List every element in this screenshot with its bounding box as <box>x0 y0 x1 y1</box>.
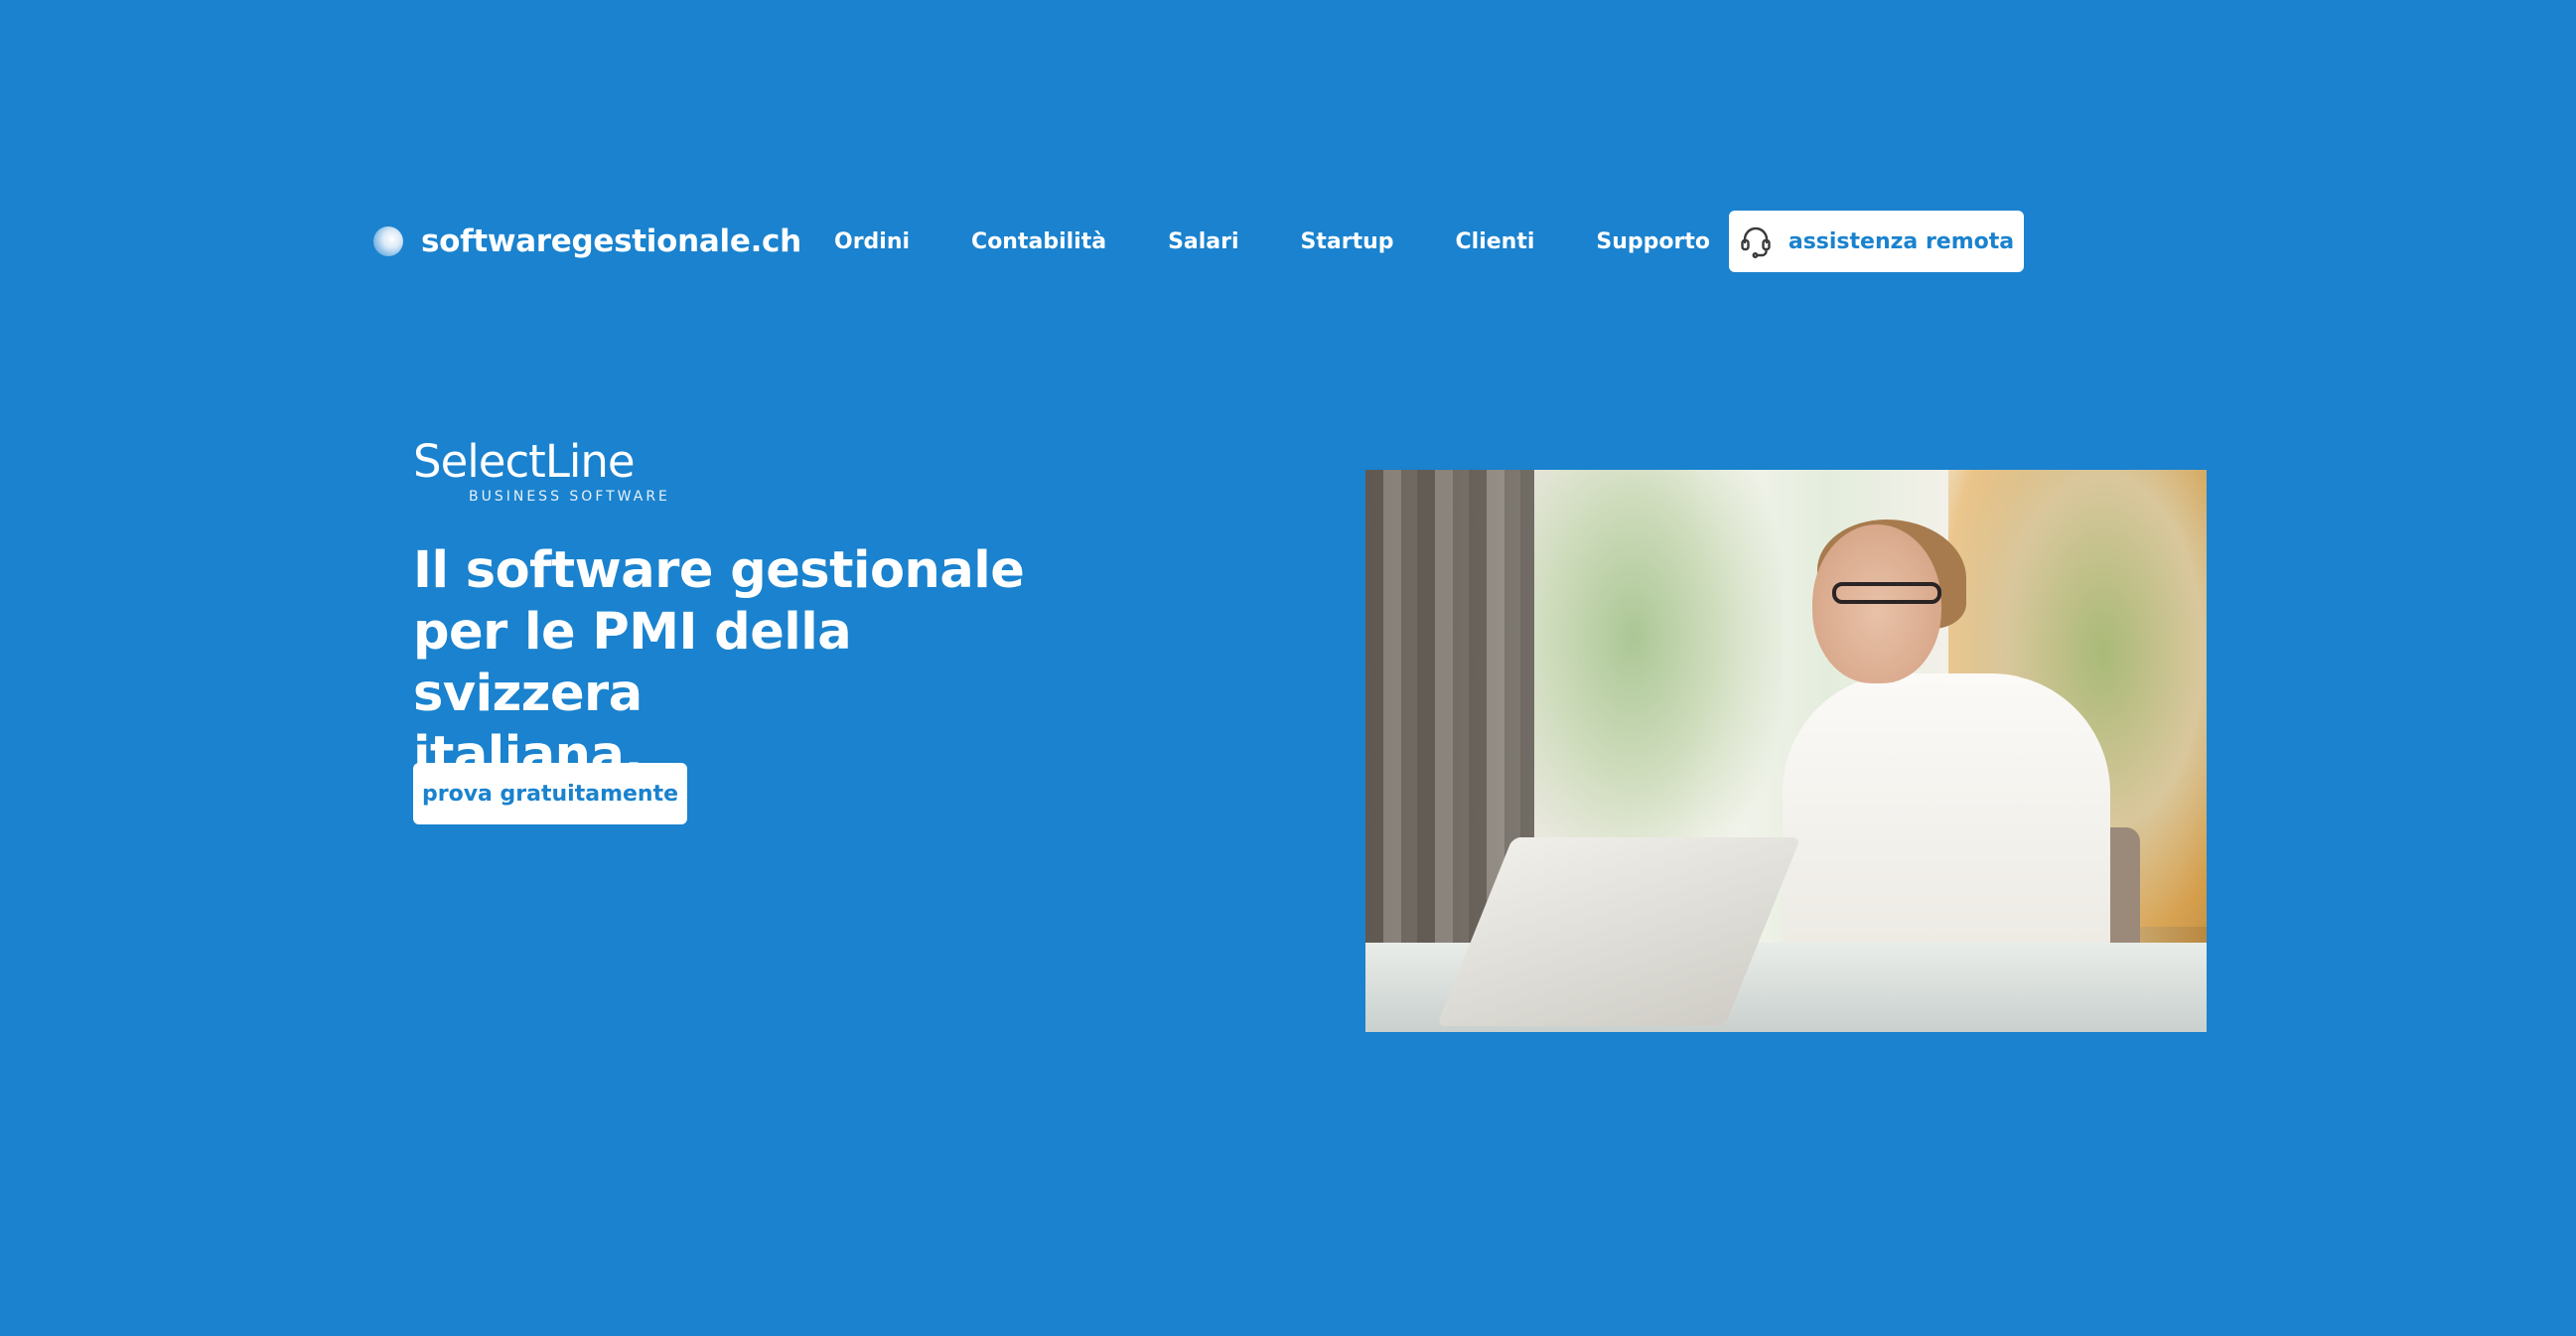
hero-headline: Il software gestionale per le PMI della … <box>413 540 1049 787</box>
headline-line-1: Il software gestionale <box>413 541 1025 600</box>
site-logo-link[interactable]: softwaregestionale.ch <box>373 222 801 261</box>
free-trial-button[interactable]: prova gratuitamente <box>413 763 687 824</box>
nav-item-salari[interactable]: Salari <box>1168 229 1238 254</box>
headline-line-2: per le PMI della svizzera <box>413 603 852 723</box>
hero-photo <box>1365 470 2207 1032</box>
logo-text: softwaregestionale.ch <box>421 223 801 259</box>
remote-assistance-label: assistenza remota <box>1788 228 2015 254</box>
nav-item-contabilita[interactable]: Contabilità <box>971 229 1106 254</box>
headset-icon <box>1739 224 1773 258</box>
nav-item-supporto[interactable]: Supporto <box>1596 229 1710 254</box>
nav-item-clienti[interactable]: Clienti <box>1456 229 1535 254</box>
logo-mark-icon <box>373 226 403 256</box>
page: softwaregestionale.ch Ordini Contabilità… <box>0 0 2576 1336</box>
photo-greenery <box>1534 470 1783 887</box>
photo-person-glasses <box>1832 582 1941 604</box>
remote-assistance-button[interactable]: assistenza remota <box>1729 211 2024 272</box>
main-nav: Ordini Contabilità Salari Startup Client… <box>834 209 1710 274</box>
selectline-brand-name: SelectLine <box>413 435 636 488</box>
selectline-logo: SelectLine BUSINESS SOFTWARE <box>413 435 667 509</box>
selectline-brand-sub: BUSINESS SOFTWARE <box>469 489 670 505</box>
nav-item-startup[interactable]: Startup <box>1301 229 1394 254</box>
nav-item-ordini[interactable]: Ordini <box>834 229 910 254</box>
site-header: softwaregestionale.ch Ordini Contabilità… <box>373 209 2026 274</box>
photo-person-head <box>1812 524 1941 683</box>
